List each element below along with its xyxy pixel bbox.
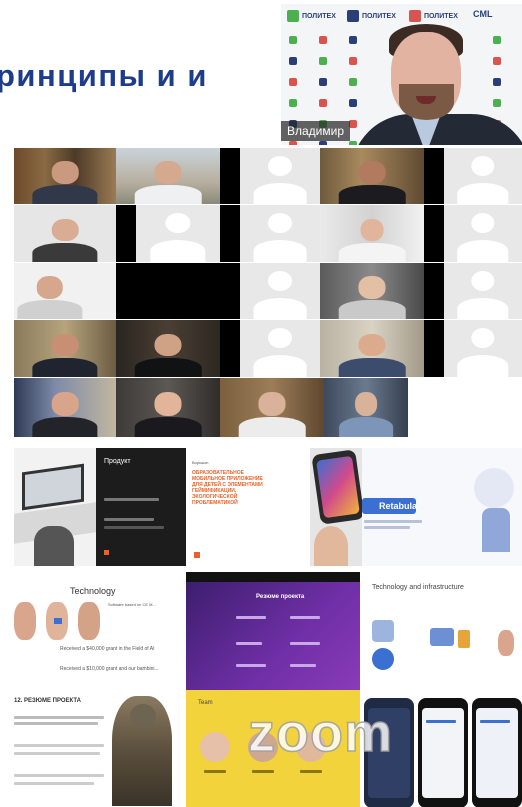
participant-avatar[interactable]: [136, 205, 220, 262]
participant-video-off[interactable]: [424, 320, 444, 377]
participant-video[interactable]: [14, 320, 116, 377]
participant-video[interactable]: [116, 148, 220, 204]
participant-video[interactable]: [320, 148, 424, 204]
participant-gallery: [0, 145, 522, 440]
participant-avatar[interactable]: [240, 148, 320, 204]
participant-avatar[interactable]: [240, 205, 320, 262]
participant-video[interactable]: [14, 378, 116, 437]
zoom-watermark: zoom: [247, 702, 393, 764]
tech-infra-slide: Technology and infrastructure: [360, 572, 522, 690]
participant-video[interactable]: [116, 378, 220, 437]
participant-video[interactable]: [324, 378, 408, 437]
participant-avatar[interactable]: [240, 320, 320, 377]
participant-video[interactable]: [320, 205, 424, 262]
participant-avatar[interactable]: [444, 263, 522, 319]
participant-video[interactable]: [14, 148, 116, 204]
laptop-photo: [14, 448, 96, 566]
participant-avatar[interactable]: [240, 263, 320, 319]
participant-video-off[interactable]: [136, 263, 240, 319]
project-resume-slide: 12. РЕЗЮМЕ ПРОЕКТА: [8, 690, 186, 807]
participant-video-off[interactable]: [424, 148, 444, 204]
participant-video-off[interactable]: [116, 263, 136, 319]
backdrop-pattern: [349, 36, 357, 145]
participant-video[interactable]: [14, 263, 116, 319]
phone-photo: [310, 448, 362, 566]
participant-video[interactable]: [116, 320, 220, 377]
slide-title: ринципы и и: [0, 58, 208, 93]
product-slide: Продукт: [96, 448, 186, 566]
politeh-logo: ПОЛИТЕХ: [347, 10, 396, 22]
participant-avatar[interactable]: [444, 148, 522, 204]
politeh-logo: ПОЛИТЕХ: [287, 10, 336, 22]
participant-video-off[interactable]: [220, 148, 240, 204]
participant-video[interactable]: [320, 320, 424, 377]
resume-slide: Резюме проекта: [186, 572, 360, 690]
participant-avatar[interactable]: [444, 205, 522, 262]
participant-video-off[interactable]: [220, 320, 240, 377]
speaker-name-tag: Владимир: [281, 121, 351, 141]
participant-video-off[interactable]: [424, 205, 444, 262]
cml-logo: CML: [473, 9, 493, 19]
participant-video[interactable]: [220, 378, 324, 437]
technology-slide: Technology Software based on CE M... Rec…: [8, 572, 186, 690]
retabula-slide: Retabula: [362, 448, 522, 566]
shared-slide-top: ринципы и и ПОЛИТЕХ ПОЛИТЕХ ПОЛИТЕХ CML: [0, 0, 522, 145]
participant-video-off[interactable]: [116, 205, 136, 262]
pitch-slide: Воркшоп ОБРАЗОВАТЕЛЬНОЕ МОБИЛЬНОЕ ПРИЛОЖ…: [186, 448, 310, 566]
politeh-logo: ПОЛИТЕХ: [409, 10, 458, 22]
participant-video[interactable]: [14, 205, 116, 262]
participant-video-off[interactable]: [424, 263, 444, 319]
participant-avatar[interactable]: [444, 320, 522, 377]
participant-video-off[interactable]: [220, 205, 240, 262]
participant-video[interactable]: [320, 263, 424, 319]
active-speaker-video[interactable]: ПОЛИТЕХ ПОЛИТЕХ ПОЛИТЕХ CML Владимир: [281, 4, 522, 145]
